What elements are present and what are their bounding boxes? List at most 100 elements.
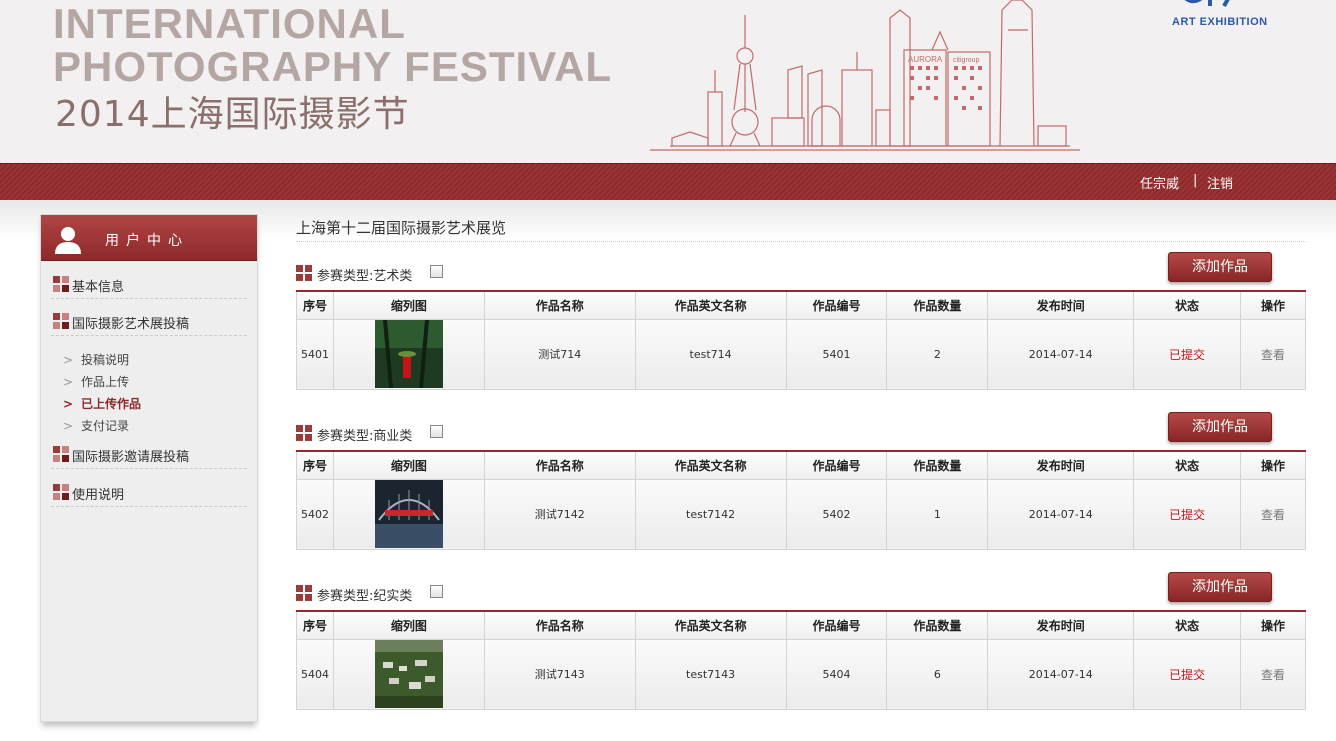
grid-square-icon [53,446,69,462]
works-table-documentary: 序号 缩列图 作品名称 作品英文名称 作品编号 作品数量 发布时间 状态 操作 … [296,610,1306,710]
sidebar-item-invitation-submission[interactable]: 国际摄影邀请展投稿 [51,439,247,469]
cell-name-en: test7142 [634,478,787,550]
column-header-thumbnail: 缩列图 [332,450,485,480]
table-header-row: 序号 缩列图 作品名称 作品英文名称 作品编号 作品数量 发布时间 状态 操作 [296,450,1306,480]
username-link[interactable]: 任宗威 [1140,173,1179,192]
sidebar-subitem-label: 投稿说明 [81,353,130,367]
festival-2014-logo [1184,0,1230,7]
chevron-right-icon: > [63,397,74,411]
column-header-name: 作品名称 [483,290,636,320]
sidebar-item-label: 国际摄影邀请展投稿 [72,450,190,465]
sidebar-subitem-payments[interactable]: > 支付记录 [63,417,129,434]
column-header-name-en: 作品英文名称 [634,290,787,320]
column-header-date: 发布时间 [987,290,1135,320]
work-thumbnail-image[interactable] [374,480,443,548]
column-header-name-en: 作品英文名称 [634,610,787,640]
chevron-right-icon: > [63,419,74,433]
cell-thumbnail [332,318,485,390]
grid-square-icon [53,313,69,329]
cell-thumbnail [332,638,485,710]
page-title: 上海第十二届国际摄影艺术展览 [296,217,1306,242]
festival-title-en-line1: INTERNATIONAL [53,0,406,47]
cell-seq: 5404 [296,638,334,710]
sidebar-item-label: 国际摄影艺术展投稿 [72,317,190,332]
sidebar-item-instructions[interactable]: 使用说明 [51,477,247,507]
add-work-button[interactable]: 添加作品 [1168,252,1272,282]
sidebar-subitem-label: 作品上传 [81,375,130,389]
view-link[interactable]: 查看 [1240,478,1306,550]
festival-title-en-line2: PHOTOGRAPHY FESTIVAL [53,43,613,90]
sidebar-item-basic-info[interactable]: 基本信息 [51,269,247,299]
column-header-date: 发布时间 [987,450,1135,480]
work-thumbnail-image[interactable] [374,640,443,708]
works-table-commercial: 序号 缩列图 作品名称 作品英文名称 作品编号 作品数量 发布时间 状态 操作 … [296,450,1306,550]
cell-number: 5404 [785,638,888,710]
column-header-date: 发布时间 [987,610,1135,640]
add-work-button[interactable]: 添加作品 [1168,572,1272,602]
cell-name-en: test7143 [634,638,787,710]
sidebar-subitem-uploaded-works[interactable]: > 已上传作品 [63,395,141,412]
grid-square-icon [296,425,312,441]
cell-date: 2014-07-14 [987,318,1135,390]
section-header-art: 参赛类型:艺术类 添加作品 [296,252,1306,292]
view-link[interactable]: 查看 [1239,318,1307,390]
sidebar-title: 用户中心 [105,233,189,249]
works-table-art: 序号 缩列图 作品名称 作品英文名称 作品编号 作品数量 发布时间 状态 操作 … [296,290,1307,390]
cell-date: 2014-07-14 [987,638,1135,710]
table-row: 5404 测试7143 test7143 5404 6 2014-07-14 已… [296,638,1306,710]
cell-seq: 5401 [296,318,334,390]
column-header-count: 作品数量 [886,450,989,480]
category-label: 参赛类型:商业类 [317,429,413,444]
table-header-row: 序号 缩列图 作品名称 作品英文名称 作品编号 作品数量 发布时间 状态 操作 [296,610,1306,640]
view-link[interactable]: 查看 [1240,638,1306,710]
city-skyline-illustration: AURORA citigroup [650,0,1080,151]
cell-number: 5402 [785,478,888,550]
table-row: 5402 测试7142 test7142 5402 1 2014-07-14 已… [296,478,1306,550]
column-header-count: 作品数量 [886,610,989,640]
cell-count: 1 [886,478,989,550]
column-header-name: 作品名称 [483,450,636,480]
sidebar-subitem-upload[interactable]: > 作品上传 [63,373,129,390]
cell-seq: 5402 [296,478,334,550]
chevron-right-icon: > [63,375,74,389]
work-thumbnail-image[interactable] [374,320,443,388]
sidebar: 用户中心 基本信息 国际摄影艺术展投稿 > 投稿说明 > 作品上传 > 已上传作品 >… [40,214,258,722]
logout-link[interactable]: 注销 [1207,173,1233,192]
column-header-seq: 序号 [296,290,334,320]
grid-square-icon [296,265,312,281]
column-header-thumbnail: 缩列图 [332,290,485,320]
grid-square-icon [53,484,69,500]
sidebar-subitem-guidelines[interactable]: > 投稿说明 [63,351,129,368]
skyline-label-citigroup: citigroup [953,57,980,64]
category-label: 参赛类型:纪实类 [317,589,413,604]
category-checkbox[interactable] [430,425,443,438]
section-header-documentary: 参赛类型:纪实类 添加作品 [296,572,1306,612]
section-header-commercial: 参赛类型:商业类 添加作品 [296,412,1306,452]
column-header-status: 状态 [1133,290,1241,320]
column-header-action: 操作 [1239,290,1307,320]
grid-square-icon [296,585,312,601]
column-header-status: 状态 [1133,450,1242,480]
cell-count: 2 [886,318,989,390]
add-work-button[interactable]: 添加作品 [1168,412,1272,442]
cell-number: 5401 [785,318,888,390]
column-header-thumbnail: 缩列图 [332,610,485,640]
category-checkbox[interactable] [430,265,443,278]
sidebar-subitem-label: 支付记录 [81,419,130,433]
table-header-row: 序号 缩列图 作品名称 作品英文名称 作品编号 作品数量 发布时间 状态 操作 [296,290,1307,320]
sidebar-header: 用户中心 [41,215,257,261]
category-checkbox[interactable] [430,585,443,598]
user-bar: 任宗威 | 注销 [0,163,1336,200]
header-banner: INTERNATIONAL PHOTOGRAPHY FESTIVAL 2014上… [0,0,1336,163]
category-label: 参赛类型:艺术类 [317,269,413,284]
sidebar-item-art-submission[interactable]: 国际摄影艺术展投稿 [51,306,247,336]
column-header-status: 状态 [1133,610,1242,640]
column-header-seq: 序号 [296,450,334,480]
festival-title-en: INTERNATIONAL PHOTOGRAPHY FESTIVAL [53,2,612,88]
cell-status: 已提交 [1133,478,1242,550]
cell-date: 2014-07-14 [987,478,1135,550]
chevron-right-icon: > [63,353,74,367]
column-header-action: 操作 [1240,610,1306,640]
cell-count: 6 [886,638,989,710]
table-row: 5401 测试714 test714 5401 2 2014-07-14 已提交… [296,318,1307,390]
